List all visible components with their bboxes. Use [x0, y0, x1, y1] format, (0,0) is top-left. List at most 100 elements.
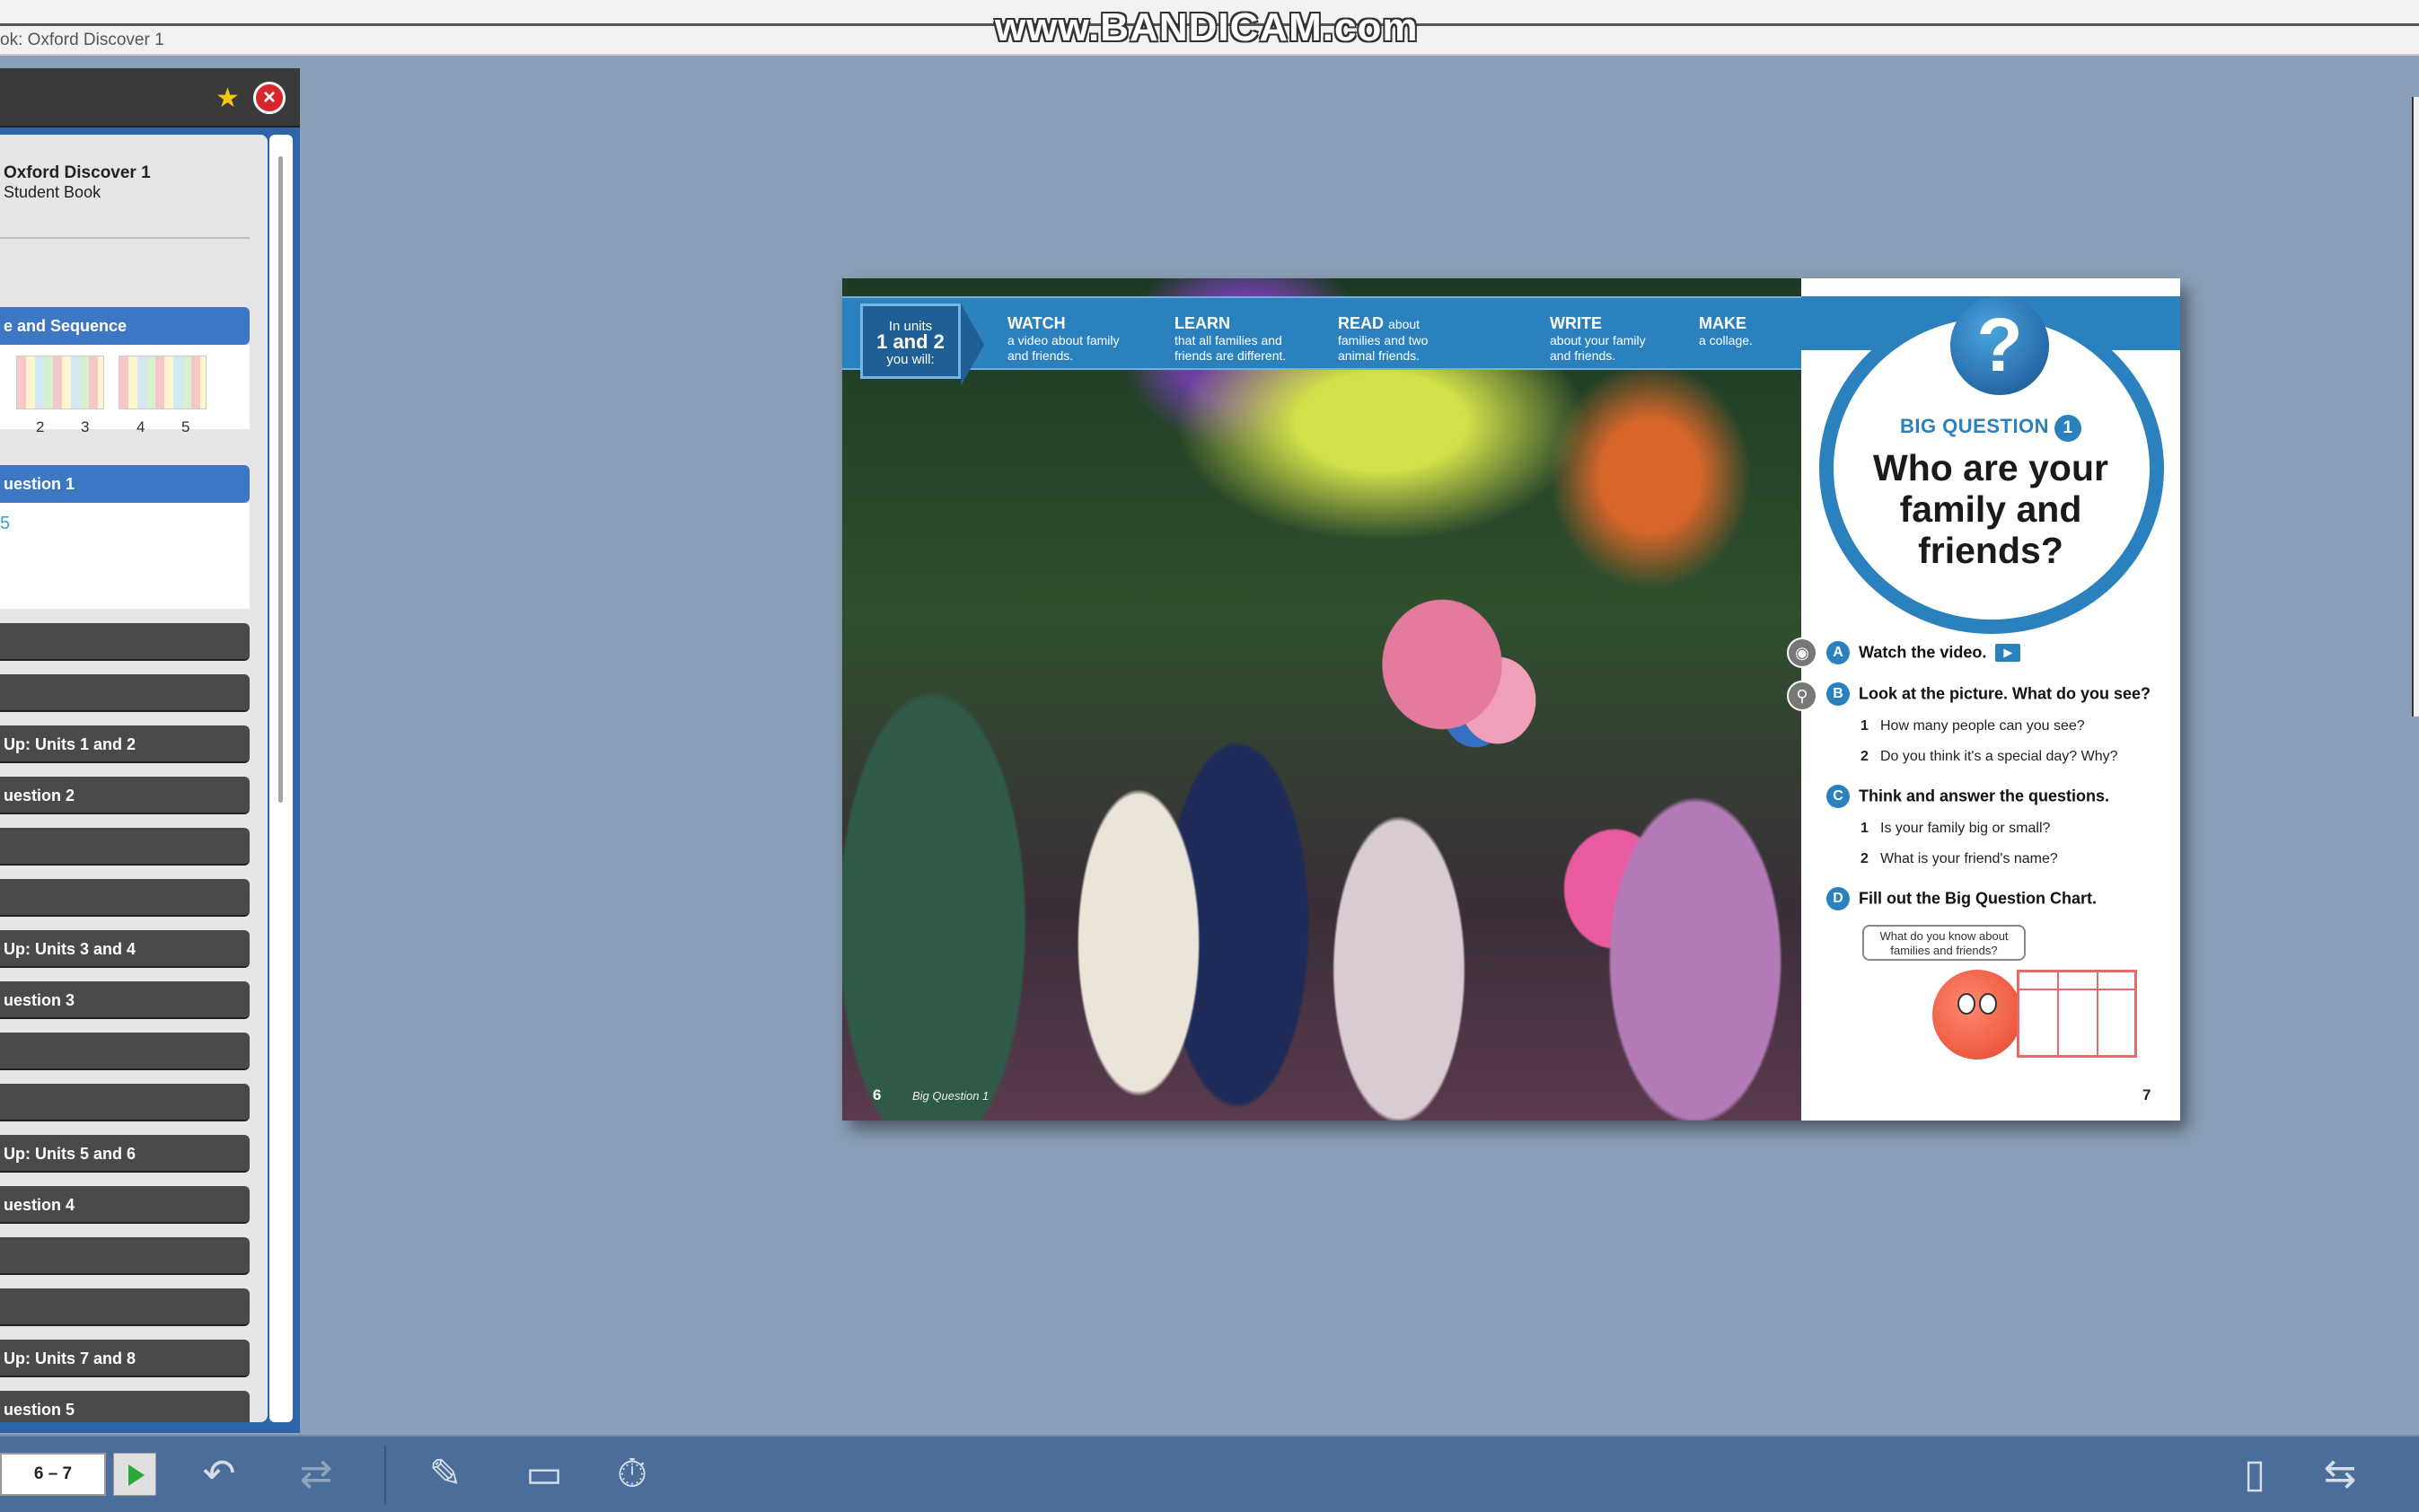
nav-item[interactable]: [0, 1084, 250, 1121]
nav-item[interactable]: [0, 1033, 250, 1070]
thumbnail-pages-4-5[interactable]: [119, 356, 207, 409]
left-page-number: 6: [873, 1086, 882, 1103]
thumbnail-number: 4: [136, 418, 145, 435]
nav-item[interactable]: [0, 623, 250, 661]
play-video-icon[interactable]: ▶: [1995, 644, 2021, 662]
nav-item[interactable]: [0, 1237, 250, 1275]
goal-desc: that all families and: [1174, 333, 1282, 347]
swap-icon[interactable]: ⇆: [2304, 1449, 2376, 1499]
nav-item[interactable]: [0, 828, 250, 866]
goal-make: MAKE a collage.: [1699, 314, 1753, 348]
goal-verb-read: READ about: [1338, 314, 1428, 333]
nav-item[interactable]: [0, 1288, 250, 1326]
right-page: ? BIG QUESTION 1 Who are your family and …: [1787, 278, 2180, 1121]
intro-units: 1 and 2: [876, 330, 945, 353]
nav-item-big-question-3[interactable]: uestion 3: [0, 981, 250, 1019]
goal-desc: friends are different.: [1174, 348, 1287, 363]
unit-goals-banner: In units 1 and 2 you will: WATCH a video…: [842, 296, 1801, 386]
redo-icon[interactable]: ⇄: [280, 1449, 352, 1499]
goal-read: READ about families and two animal frien…: [1338, 314, 1428, 364]
mascot-eye: [1979, 993, 1997, 1015]
whiteboard-icon[interactable]: ▯: [2232, 1449, 2277, 1499]
undo-icon[interactable]: ↶: [190, 1449, 248, 1499]
video-icon[interactable]: ◉: [1787, 637, 1817, 668]
nav-item-big-question-5[interactable]: uestion 5: [0, 1391, 250, 1422]
goal-desc: about your family: [1550, 333, 1646, 347]
go-to-page-button[interactable]: [113, 1453, 156, 1496]
nav-item-wrap-up-units-1-2[interactable]: Up: Units 1 and 2: [0, 725, 250, 763]
activity-text: Fill out the: [1859, 889, 1940, 908]
divider: [0, 237, 250, 239]
activity-d: D Fill out the Big Question Chart.: [1826, 887, 2168, 910]
window-title: ok: Oxford Discover 1: [0, 31, 164, 49]
book-spread: In units 1 and 2 you will: WATCH a video…: [842, 278, 2180, 1121]
nav-item-wrap-up-units-3-4[interactable]: Up: Units 3 and 4: [0, 930, 250, 968]
activity-letter: D: [1826, 887, 1850, 910]
left-page-label: Big Question 1: [912, 1089, 990, 1103]
goal-watch: WATCH a video about family and friends.: [1007, 314, 1120, 364]
book-title: Oxford Discover 1: [4, 163, 151, 182]
big-question-heading: BIG QUESTION 1: [1801, 415, 2180, 442]
activity-text: Watch the video.: [1859, 643, 1987, 662]
contents-sidebar: ★ × Oxford Discover 1 Student Book e and…: [0, 68, 300, 1433]
goal-verb: MAKE: [1699, 314, 1746, 332]
goal-verb: WATCH: [1007, 314, 1066, 332]
intro-line: you will:: [886, 352, 935, 367]
activity-letter: B: [1826, 682, 1850, 706]
goal-verb-suffix: about: [1388, 317, 1421, 331]
goal-desc: a collage.: [1699, 333, 1753, 347]
nav-item-wrap-up-units-5-6[interactable]: Up: Units 5 and 6: [0, 1135, 250, 1173]
banner-arrow-shape: [961, 303, 984, 386]
activity-text: Look at the picture. What do you see?: [1859, 684, 2151, 703]
sidebar-header: ★ ×: [0, 68, 300, 127]
goal-desc: and friends.: [1007, 348, 1074, 363]
activity-b: B Look at the picture. What do you see?: [1826, 682, 2168, 706]
activity-sub-item: 2 Do you think it's a special day? Why?: [1860, 749, 2118, 764]
sidebar-scrollbar[interactable]: [269, 135, 293, 1422]
big-question-label: BIG QUESTION: [1899, 415, 2050, 437]
window-icon[interactable]: ▭: [512, 1449, 576, 1499]
question1-panel: 5: [0, 503, 250, 609]
goal-desc: families and two: [1338, 333, 1429, 347]
thumbnail-pages-2-3[interactable]: [16, 356, 104, 409]
mascot-eye: [1957, 993, 1975, 1015]
pen-icon[interactable]: ✎: [413, 1449, 478, 1499]
nav-item-wrap-up-units-7-8[interactable]: Up: Units 7 and 8: [0, 1340, 250, 1377]
scrollbar-thumb[interactable]: [278, 156, 283, 803]
thumbnail-marker[interactable]: 5: [0, 514, 10, 534]
close-icon[interactable]: ×: [253, 82, 286, 114]
nav-item-big-question-2[interactable]: uestion 2: [0, 777, 250, 814]
page-number-field[interactable]: 6 – 7: [0, 1453, 106, 1496]
goal-verb: WRITE: [1550, 314, 1602, 332]
activity-a: A Watch the video. ▶: [1826, 641, 2168, 664]
big-question-chart-illustration: [2017, 970, 2137, 1058]
thumbnail-number: 2: [36, 418, 45, 435]
goal-desc: animal friends.: [1338, 348, 1421, 363]
magnifier-icon[interactable]: ⚲: [1787, 681, 1817, 711]
mascot-illustration: [1932, 970, 2022, 1059]
big-question-number: 1: [2054, 415, 2082, 442]
speech-bubble: What do you know about families and frie…: [1862, 925, 2026, 961]
right-page-number: 7: [2142, 1086, 2151, 1103]
activity-sub-item: 1 How many people can you see?: [1860, 718, 2085, 734]
thumbnail-number: 5: [181, 418, 190, 435]
nav-item[interactable]: [0, 674, 250, 712]
book-subtitle: Student Book: [4, 183, 101, 201]
section-big-question-1[interactable]: uestion 1: [0, 465, 250, 503]
recording-watermark: www.BANDICAM.com: [995, 5, 1419, 49]
book-card[interactable]: Oxford Discover 1 Student Book: [0, 147, 260, 291]
timer-icon[interactable]: ⏱: [605, 1449, 659, 1499]
star-icon[interactable]: ★: [216, 83, 240, 114]
goal-learn: LEARN that all families and friends are …: [1174, 314, 1286, 364]
goal-write: WRITE about your family and friends.: [1550, 314, 1646, 364]
goal-desc: and friends.: [1550, 348, 1616, 363]
toolbar-divider: [384, 1446, 386, 1505]
scope-thumbnails-panel: 2 3 4 5: [0, 345, 250, 435]
section-scope-and-sequence[interactable]: e and Sequence: [0, 307, 250, 345]
goal-verb: LEARN: [1174, 314, 1230, 332]
nav-item[interactable]: [0, 879, 250, 917]
activity-sub-item: 2 What is your friend's name?: [1860, 851, 2058, 866]
sidebar-content: Oxford Discover 1 Student Book e and Seq…: [0, 135, 268, 1422]
big-question-text: Who are your family and friends?: [1873, 447, 2108, 571]
nav-item-big-question-4[interactable]: uestion 4: [0, 1186, 250, 1224]
